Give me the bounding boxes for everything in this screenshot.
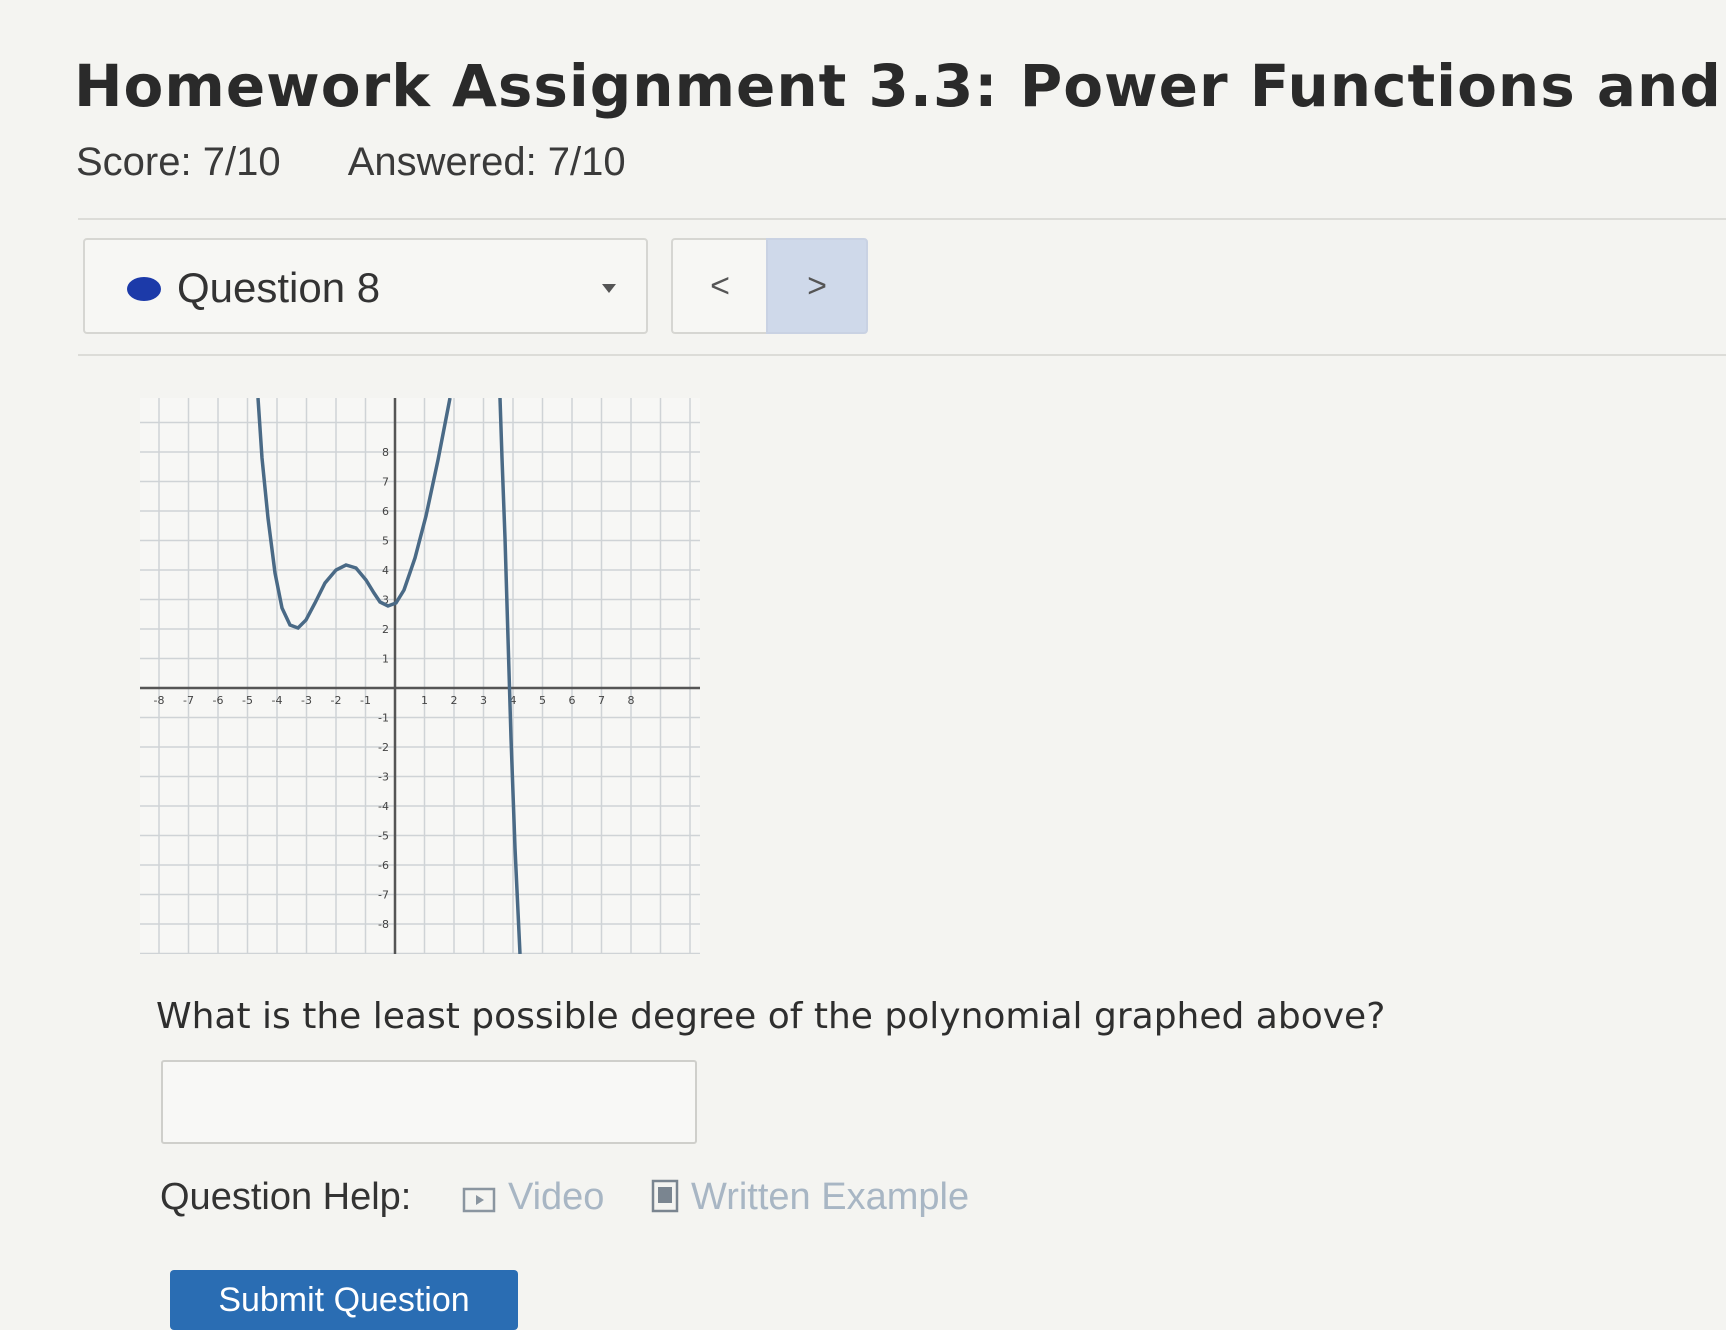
written-example-label: Written Example (691, 1176, 970, 1218)
y-tick-label: 8 (382, 446, 389, 459)
status-dot-icon (127, 277, 161, 301)
question-dropdown[interactable]: Question 8 (83, 238, 648, 334)
x-tick-label: -6 (213, 694, 224, 707)
score-row: Score: 7/10 Answered: 7/10 (76, 140, 626, 185)
x-tick-label: 6 (569, 694, 576, 707)
x-tick-label: -8 (154, 694, 165, 707)
y-tick-label: 5 (382, 535, 389, 548)
x-tick-label: 8 (628, 694, 635, 707)
x-tick-label: 7 (598, 694, 605, 707)
y-tick-label: -6 (378, 859, 389, 872)
y-tick-label: 7 (382, 476, 389, 489)
y-tick-label: -2 (378, 741, 389, 754)
y-tick-label: -3 (378, 771, 389, 784)
document-icon (651, 1179, 679, 1223)
x-tick-label: 2 (451, 694, 458, 707)
question-help-row: Question Help: Video Written Example (160, 1176, 969, 1223)
y-tick-label: 4 (382, 564, 389, 577)
submit-question-button[interactable]: Submit Question (170, 1270, 518, 1330)
score-text: Score: 7/10 (76, 140, 281, 184)
divider-top (78, 218, 1726, 220)
video-icon (462, 1180, 496, 1223)
video-help-link[interactable]: Video (462, 1176, 605, 1223)
y-tick-label: 2 (382, 623, 389, 636)
x-tick-label: 3 (480, 694, 487, 707)
x-tick-label: -2 (331, 694, 342, 707)
written-example-link[interactable]: Written Example (651, 1176, 969, 1223)
y-tick-label: -8 (378, 918, 389, 931)
question-dropdown-label: Question 8 (177, 264, 381, 311)
question-help-label: Question Help: (160, 1176, 412, 1218)
x-tick-label: -7 (183, 694, 194, 707)
polynomial-graph: -9-8-7-6-5-4-3-2-11234567887654321-1-2-3… (140, 398, 700, 954)
next-question-button[interactable]: > (766, 238, 868, 334)
answered-text: Answered: 7/10 (347, 140, 626, 184)
chevron-down-icon (602, 284, 616, 293)
y-tick-label: -1 (378, 712, 389, 725)
question-prompt: What is the least possible degree of the… (156, 996, 1386, 1037)
x-tick-label: -3 (301, 694, 312, 707)
answer-input[interactable] (161, 1060, 697, 1144)
x-tick-label: -4 (272, 694, 283, 707)
video-help-label: Video (507, 1176, 605, 1218)
x-tick-label: 5 (539, 694, 546, 707)
y-tick-label: -4 (378, 800, 389, 813)
previous-question-button[interactable]: < (671, 238, 767, 334)
y-tick-label: 1 (382, 653, 389, 666)
x-tick-label: -5 (242, 694, 253, 707)
y-tick-label: 6 (382, 505, 389, 518)
x-tick-label: 1 (421, 694, 428, 707)
y-tick-label: -7 (378, 889, 389, 902)
y-tick-label: -5 (378, 830, 389, 843)
x-tick-label: -1 (360, 694, 371, 707)
page-title: Homework Assignment 3.3: Power Functions… (74, 52, 1726, 120)
divider-question (78, 354, 1726, 356)
